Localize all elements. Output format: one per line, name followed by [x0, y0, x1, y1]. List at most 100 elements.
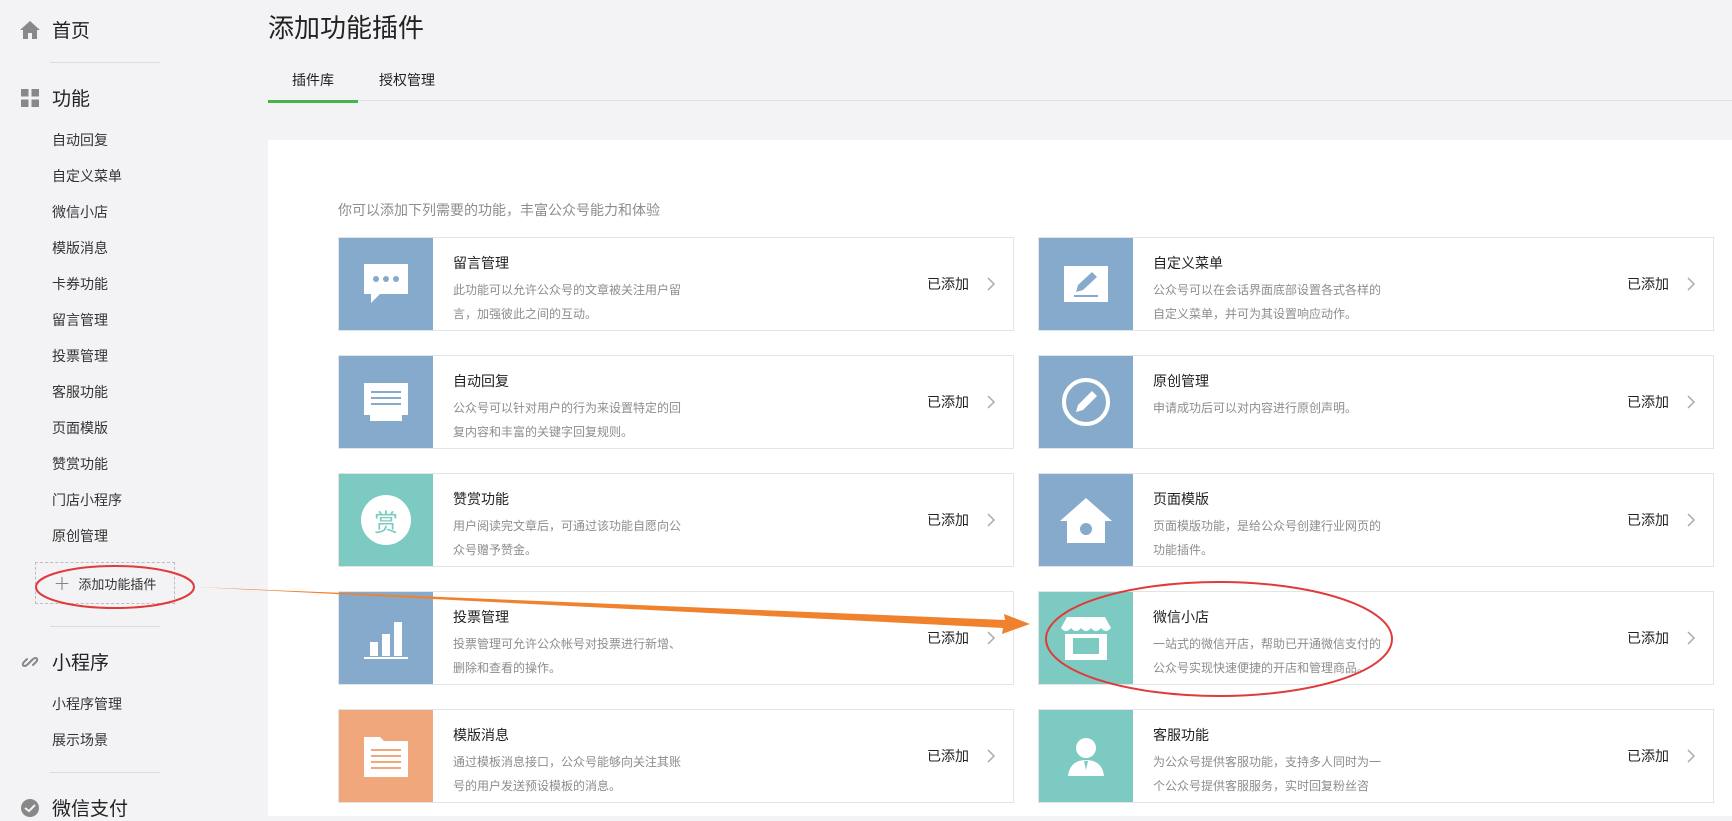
circle-pen-icon — [1062, 378, 1110, 426]
sidebar-item-customer-service[interactable]: 客服功能 — [52, 382, 108, 402]
plugin-card-reward[interactable]: 赏 赞赏功能 用户阅读完文章后，可通过该功能自愿向公众号赠予赞金。 已添加 — [338, 473, 1014, 567]
plugin-name: 原创管理 — [1153, 374, 1209, 390]
plugin-state: 已添加 — [1627, 277, 1669, 293]
plugin-state: 已添加 — [1627, 395, 1669, 411]
nav-wechat-pay[interactable]: 微信支付 — [18, 794, 128, 821]
sidebar-item-reward[interactable]: 赞赏功能 — [52, 454, 108, 474]
plugin-card-original[interactable]: 原创管理 申请成功后可以对内容进行原创声明。 已添加 — [1038, 355, 1714, 449]
intro-text: 你可以添加下列需要的功能，丰富公众号能力和体验 — [338, 203, 660, 219]
plugin-name: 微信小店 — [1153, 610, 1209, 626]
grid-icon — [18, 86, 42, 110]
chevron-right-icon — [987, 513, 996, 527]
nav-home-label: 首页 — [52, 20, 91, 42]
nav-miniprogram-label: 小程序 — [52, 652, 110, 674]
sidebar-item-wechat-store[interactable]: 微信小店 — [52, 202, 108, 222]
storefront-icon — [1061, 617, 1111, 660]
sidebar-item-custom-menu[interactable]: 自定义菜单 — [52, 166, 122, 186]
sidebar-item-display-scene[interactable]: 展示场景 — [52, 730, 108, 750]
sidebar-item-store-miniprogram[interactable]: 门店小程序 — [52, 490, 122, 510]
nav-features-label: 功能 — [52, 88, 91, 110]
nav-miniprogram[interactable]: 小程序 — [18, 648, 109, 675]
tab-plugin-library[interactable]: 插件库 — [268, 70, 358, 103]
plugin-desc: 用户阅读完文章后，可通过该功能自愿向公众号赠予赞金。 — [453, 519, 682, 557]
plugin-card-wechat-store[interactable]: 微信小店 一站式的微信开店，帮助已开通微信支付的公众号实现快速便捷的开店和管理商… — [1038, 591, 1714, 685]
plugin-name: 投票管理 — [453, 610, 509, 626]
chevron-right-icon — [987, 277, 996, 291]
chevron-right-icon — [1687, 631, 1696, 645]
chevron-right-icon — [987, 631, 996, 645]
plugin-state: 已添加 — [1627, 749, 1669, 765]
plugin-desc: 为公众号提供客服功能，支持多人同时为一个公众号提供客服服务，实时回复粉丝咨 — [1153, 755, 1382, 793]
person-icon — [1068, 738, 1104, 776]
nav-divider — [50, 62, 160, 63]
plugin-desc: 页面模版功能，是给公众号创建行业网页的功能插件。 — [1153, 519, 1382, 557]
plugin-thumb — [1039, 356, 1133, 448]
chevron-right-icon — [987, 395, 996, 409]
plugin-thumb — [1039, 238, 1133, 330]
add-plugin-button[interactable]: + 添加功能插件 — [35, 562, 175, 604]
plugin-card-comments[interactable]: 留言管理 此功能可以允许公众号的文章被关注用户留言，加强彼此之间的互动。 已添加 — [338, 237, 1014, 331]
page-title: 添加功能插件 — [268, 14, 425, 44]
plugin-desc: 申请成功后可以对内容进行原创声明。 — [1153, 401, 1358, 415]
sidebar-item-voting[interactable]: 投票管理 — [52, 346, 108, 366]
plugin-thumb: 赏 — [339, 474, 433, 566]
plugin-state: 已添加 — [927, 631, 969, 647]
message-lines-icon — [364, 383, 408, 421]
plugin-state: 已添加 — [927, 513, 969, 529]
plugin-card-auto-reply[interactable]: 自动回复 公众号可以针对用户的行为来设置特定的回复内容和丰富的关键字回复规则。 … — [338, 355, 1014, 449]
sidebar: 首页 功能 自动回复 自定义菜单 微信小店 模版消息 卡券功能 留言管理 投票管… — [0, 0, 268, 820]
bar-chart-icon — [364, 622, 408, 659]
sidebar-item-page-template[interactable]: 页面模版 — [52, 418, 108, 438]
plugin-desc: 一站式的微信开店，帮助已开通微信支付的公众号实现快速便捷的开店和管理商品。 — [1153, 637, 1382, 675]
chevron-right-icon — [987, 749, 996, 763]
nav-features[interactable]: 功能 — [18, 84, 90, 111]
sidebar-item-original[interactable]: 原创管理 — [52, 526, 108, 546]
plugin-name: 自动回复 — [453, 374, 509, 390]
plugin-name: 客服功能 — [1153, 728, 1209, 744]
nav-wechat-pay-label: 微信支付 — [52, 798, 129, 820]
plugin-thumb — [339, 356, 433, 448]
plugin-thumb — [1039, 592, 1133, 684]
plugin-desc: 通过模板消息接口，公众号能够向关注其账号的用户发送预设模板的消息。 — [453, 755, 682, 793]
plugin-card-customer-service[interactable]: 客服功能 为公众号提供客服功能，支持多人同时为一个公众号提供客服服务，实时回复粉… — [1038, 709, 1714, 803]
plugin-card-custom-menu[interactable]: 自定义菜单 公众号可以在会话界面底部设置各式各样的自定义菜单，并可为其设置响应动… — [1038, 237, 1714, 331]
plugin-desc: 投票管理可允许公众帐号对投票进行新增、删除和查看的操作。 — [453, 637, 682, 675]
sidebar-item-miniprogram-manage[interactable]: 小程序管理 — [52, 694, 122, 714]
tab-authorization[interactable]: 授权管理 — [372, 70, 442, 100]
plugin-thumb — [1039, 710, 1133, 802]
plugin-thumb — [339, 710, 433, 802]
plugin-thumb — [1039, 474, 1133, 566]
chevron-right-icon — [1687, 277, 1696, 291]
edit-pen-icon — [1064, 266, 1108, 302]
plugin-name: 模版消息 — [453, 728, 509, 744]
chevron-right-icon — [1687, 513, 1696, 527]
sidebar-item-comments[interactable]: 留言管理 — [52, 310, 108, 330]
home-icon — [18, 18, 42, 42]
plugin-card-voting[interactable]: 投票管理 投票管理可允许公众帐号对投票进行新增、删除和查看的操作。 已添加 — [338, 591, 1014, 685]
plugin-thumb — [339, 592, 433, 684]
add-plugin-label: 添加功能插件 — [78, 577, 157, 593]
plugin-desc: 公众号可以在会话界面底部设置各式各样的自定义菜单，并可为其设置响应动作。 — [1153, 283, 1382, 321]
document-icon — [364, 737, 408, 777]
plugin-desc: 公众号可以针对用户的行为来设置特定的回复内容和丰富的关键字回复规则。 — [453, 401, 682, 439]
sidebar-item-coupons[interactable]: 卡券功能 — [52, 274, 108, 294]
chevron-right-icon — [1687, 749, 1696, 763]
plugin-state: 已添加 — [927, 277, 969, 293]
plugin-name: 自定义菜单 — [1153, 256, 1223, 272]
nav-home[interactable]: 首页 — [18, 16, 90, 43]
reward-icon: 赏 — [361, 495, 411, 545]
nav-divider — [50, 772, 160, 773]
speech-bubble-icon — [364, 264, 408, 303]
plugin-name: 赞赏功能 — [453, 492, 509, 508]
plugin-state: 已添加 — [1627, 513, 1669, 529]
plugin-panel: 你可以添加下列需要的功能，丰富公众号能力和体验 留言管理 此功能可以允许公众号的… — [268, 140, 1732, 816]
sidebar-item-auto-reply[interactable]: 自动回复 — [52, 130, 108, 150]
plugin-state: 已添加 — [927, 749, 969, 765]
plugin-card-page-template[interactable]: 页面模版 页面模版功能，是给公众号创建行业网页的功能插件。 已添加 — [1038, 473, 1714, 567]
plugin-state: 已添加 — [1627, 631, 1669, 647]
plus-icon: + — [53, 571, 71, 595]
plugin-state: 已添加 — [927, 395, 969, 411]
plugin-thumb — [339, 238, 433, 330]
plugin-card-template-msg[interactable]: 模版消息 通过模板消息接口，公众号能够向关注其账号的用户发送预设模板的消息。 已… — [338, 709, 1014, 803]
sidebar-item-template-msg[interactable]: 模版消息 — [52, 238, 108, 258]
